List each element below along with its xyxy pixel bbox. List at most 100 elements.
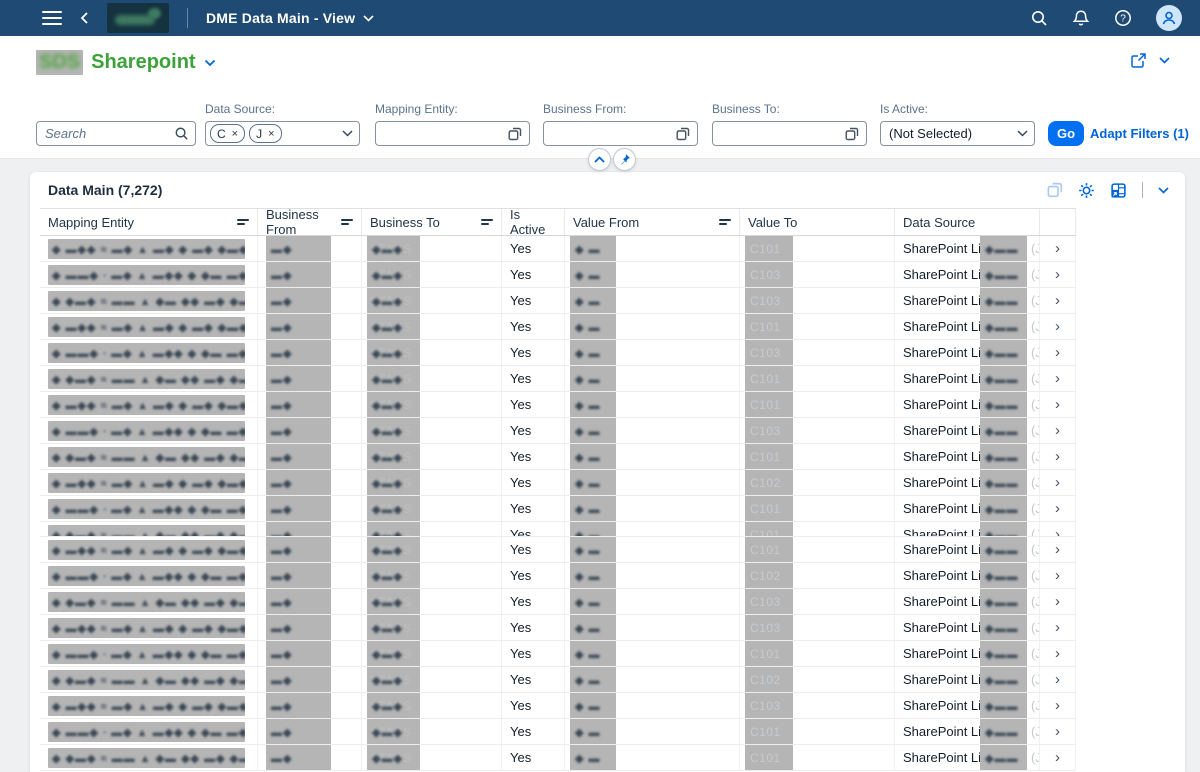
table-row[interactable]: ◆ ▬◆◆ ≈ ▬◆ ▲ ▬◆ ◆ ▬◆ ◆▬◆ ▬◆▬ ▬◆ STARS◆▬◆… xyxy=(40,236,1076,262)
row-navigation-chevron-icon[interactable]: › xyxy=(1055,749,1060,766)
mapping-entity-filter[interactable] xyxy=(375,121,530,146)
row-navigation-chevron-icon[interactable]: › xyxy=(1055,422,1060,439)
pin-filter-bar-button[interactable] xyxy=(613,148,636,171)
copy-icon[interactable] xyxy=(1047,182,1063,198)
row-navigation-chevron-icon[interactable]: › xyxy=(1055,567,1060,584)
token-remove-icon[interactable]: × xyxy=(232,128,238,140)
table-row[interactable]: ◆ ▬▬◆ ∙ ▬◆ ▲ ▬◆◆ ◆ ◆▬ ▬◆◆ ▬▬ ▬◆ STARS◆▬◆… xyxy=(40,719,1076,745)
table-row[interactable]: ◆ ▬▬◆ ∙ ▬◆ ▲ ▬◆◆ ◆ ◆▬ ▬◆◆ ▬▬ ▬◆ STARS◆▬◆… xyxy=(40,262,1076,288)
table-row[interactable]: ◆ ▬▬◆ ∙ ▬◆ ▲ ▬◆◆ ◆ ◆▬ ▬◆◆ ▬▬ ▬◆ STARS◆▬◆… xyxy=(40,340,1076,366)
cell-is-active: Yes xyxy=(502,496,565,521)
adapt-filters-link[interactable]: Adapt Filters (1) xyxy=(1090,126,1189,141)
token-remove-icon[interactable]: × xyxy=(268,128,274,140)
business-from-filter[interactable] xyxy=(543,121,698,146)
app-title-menu[interactable]: DME Data Main - View xyxy=(206,10,374,26)
redacted-value-from: ◆ ▬ xyxy=(570,615,616,640)
row-navigation-chevron-icon[interactable]: › xyxy=(1055,266,1060,283)
row-navigation-chevron-icon[interactable]: › xyxy=(1055,370,1060,387)
cell-business-to: STARS◆▬◆ xyxy=(362,522,502,536)
table-row[interactable]: ◆ ◆▬◆ ≈ ▬▬ ▲ ◆▬ ◆◆ ▬◆ ◆▬ ▬◆◆ ▬◆ STARS◆▬◆… xyxy=(40,444,1076,470)
row-navigation-chevron-icon[interactable]: › xyxy=(1055,619,1060,636)
row-navigation-chevron-icon[interactable]: › xyxy=(1055,240,1060,257)
business-to-filter[interactable] xyxy=(712,121,867,146)
table-row[interactable]: ◆ ◆▬◆ ≈ ▬▬ ▲ ◆▬ ◆◆ ▬◆ ◆▬ ▬◆◆ ▬◆ STARS◆▬◆… xyxy=(40,745,1076,771)
cell-value-to: C102 xyxy=(740,563,895,588)
row-navigation-chevron-icon[interactable]: › xyxy=(1055,396,1060,413)
chevron-down-icon[interactable] xyxy=(342,130,353,137)
cell-value-to: C102 xyxy=(740,470,895,495)
table-row[interactable]: ◆ ◆▬◆ ≈ ▬▬ ▲ ◆▬ ◆◆ ▬◆ ◆▬ ▬◆◆ ▬◆ STARS◆▬◆… xyxy=(40,589,1076,615)
row-navigation-chevron-icon[interactable]: › xyxy=(1055,541,1060,558)
share-icon[interactable] xyxy=(1130,52,1147,69)
search-input[interactable]: Search xyxy=(36,121,196,146)
settings-gear-icon[interactable] xyxy=(1078,182,1095,199)
data-source-text: SharePoint List xyxy=(903,620,991,635)
row-navigation-chevron-icon[interactable]: › xyxy=(1055,474,1060,491)
cell-business-from: ▬◆ xyxy=(258,719,362,744)
go-button[interactable]: Go xyxy=(1048,121,1084,146)
data-source-token[interactable]: J× xyxy=(249,124,281,143)
table-row[interactable]: ◆ ▬◆◆ ≈ ▬◆ ▲ ▬◆ ◆ ▬◆ ◆▬◆ ▬◆▬ ▬◆ STARS◆▬◆… xyxy=(40,392,1076,418)
row-navigation-chevron-icon[interactable]: › xyxy=(1055,448,1060,465)
search-icon[interactable] xyxy=(1030,9,1048,27)
table-row[interactable]: ◆ ▬▬◆ ∙ ▬◆ ▲ ▬◆◆ ◆ ◆▬ ▬◆◆ ▬▬ ▬◆ STARS◆▬◆… xyxy=(40,496,1076,522)
column-header-is-active[interactable]: Is Active xyxy=(502,209,565,235)
table-row[interactable]: ◆ ▬▬◆ ∙ ▬◆ ▲ ▬◆◆ ◆ ◆▬ ▬◆◆ ▬▬ ▬◆ STARS◆▬◆… xyxy=(40,641,1076,667)
value-help-icon[interactable] xyxy=(845,127,859,141)
value-help-icon[interactable] xyxy=(508,127,522,141)
cell-data-source: SharePoint List ◆▬▬ (J) xyxy=(895,470,1040,495)
user-avatar[interactable] xyxy=(1156,5,1182,31)
chevron-down-icon[interactable] xyxy=(1158,187,1169,194)
column-header-mapping-entity[interactable]: Mapping Entity xyxy=(40,209,258,235)
cell-is-active: Yes xyxy=(502,537,565,562)
data-source-filter[interactable]: C× J× xyxy=(205,121,360,146)
redacted-value-to: C101 xyxy=(745,745,793,770)
table-row[interactable]: ◆ ▬▬◆ ∙ ▬◆ ▲ ▬◆◆ ◆ ◆▬ ▬◆◆ ▬▬ ▬◆ STARS◆▬◆… xyxy=(40,563,1076,589)
table-row[interactable]: ◆ ▬◆◆ ≈ ▬◆ ▲ ▬◆ ◆ ▬◆ ◆▬◆ ▬◆▬ ▬◆ STARS◆▬◆… xyxy=(40,693,1076,719)
redacted-data-source: ◆▬▬ xyxy=(980,366,1027,391)
column-header-business-from[interactable]: Business From xyxy=(258,209,362,235)
column-header-data-source[interactable]: Data Source xyxy=(895,209,1040,235)
table-row[interactable]: ◆ ◆▬◆ ≈ ▬▬ ▲ ◆▬ ◆◆ ▬◆ ◆▬ ▬◆◆ ▬◆ STARS◆▬◆… xyxy=(40,366,1076,392)
table-row[interactable]: ◆ ◆▬◆ ≈ ▬▬ ▲ ◆▬ ◆◆ ▬◆ ◆▬ ▬◆◆ ▬◆ STARS◆▬◆… xyxy=(40,522,1076,537)
row-navigation-chevron-icon[interactable]: › xyxy=(1055,723,1060,740)
cell-navigation: › xyxy=(1040,589,1076,614)
table-row[interactable]: ◆ ▬▬◆ ∙ ▬◆ ▲ ▬◆◆ ◆ ◆▬ ▬◆◆ ▬▬ ▬◆ STARS◆▬◆… xyxy=(40,418,1076,444)
column-header-value-from[interactable]: Value From xyxy=(565,209,740,235)
data-source-token[interactable]: C× xyxy=(210,124,245,143)
chevron-down-icon[interactable] xyxy=(1017,130,1028,137)
row-navigation-chevron-icon[interactable]: › xyxy=(1055,671,1060,688)
cell-value-from: ◆ ▬ xyxy=(565,340,740,365)
row-navigation-chevron-icon[interactable]: › xyxy=(1055,292,1060,309)
collapse-filter-bar-button[interactable] xyxy=(588,148,611,171)
row-navigation-chevron-icon[interactable]: › xyxy=(1055,645,1060,662)
row-navigation-chevron-icon[interactable]: › xyxy=(1055,697,1060,714)
column-header-business-to[interactable]: Business To xyxy=(362,209,502,235)
cell-mapping-entity: ◆ ◆▬◆ ≈ ▬▬ ▲ ◆▬ ◆◆ ▬◆ ◆▬ ▬◆◆ xyxy=(40,522,258,536)
back-icon[interactable] xyxy=(80,11,89,25)
header-chevron-down-icon[interactable] xyxy=(1159,57,1170,64)
sort-icon xyxy=(719,219,731,225)
menu-icon[interactable] xyxy=(42,11,62,25)
table-row[interactable]: ◆ ▬◆◆ ≈ ▬◆ ▲ ▬◆ ◆ ▬◆ ◆▬◆ ▬◆▬ ▬◆ STARS◆▬◆… xyxy=(40,615,1076,641)
row-navigation-chevron-icon[interactable]: › xyxy=(1055,593,1060,610)
row-navigation-chevron-icon[interactable]: › xyxy=(1055,318,1060,335)
column-header-value-to[interactable]: Value To xyxy=(740,209,895,235)
row-navigation-chevron-icon[interactable]: › xyxy=(1055,526,1060,536)
table-row[interactable]: ◆ ◆▬◆ ≈ ▬▬ ▲ ◆▬ ◆◆ ▬◆ ◆▬ ▬◆◆ ▬◆ STARS◆▬◆… xyxy=(40,667,1076,693)
row-navigation-chevron-icon[interactable]: › xyxy=(1055,500,1060,517)
help-icon[interactable]: ? xyxy=(1114,9,1132,27)
variant-chevron-down-icon[interactable] xyxy=(204,59,216,67)
search-field-icon[interactable] xyxy=(174,126,189,141)
value-help-icon[interactable] xyxy=(676,127,690,141)
table-row[interactable]: ◆ ▬◆◆ ≈ ▬◆ ▲ ▬◆ ◆ ▬◆ ◆▬◆ ▬◆▬ ▬◆ STARS◆▬◆… xyxy=(40,470,1076,496)
table-row[interactable]: ◆ ▬◆◆ ≈ ▬◆ ▲ ▬◆ ◆ ▬◆ ◆▬◆ ▬◆▬ ▬◆ STARS◆▬◆… xyxy=(40,537,1076,563)
is-active-filter[interactable]: (Not Selected) xyxy=(880,121,1035,146)
bell-icon[interactable] xyxy=(1072,9,1090,27)
table-row[interactable]: ◆ ◆▬◆ ≈ ▬▬ ▲ ◆▬ ◆◆ ▬◆ ◆▬ ▬◆◆ ▬◆ STARS◆▬◆… xyxy=(40,288,1076,314)
cell-value-to: C103 xyxy=(740,589,895,614)
export-spreadsheet-icon[interactable] xyxy=(1110,182,1127,199)
table-row[interactable]: ◆ ▬◆◆ ≈ ▬◆ ▲ ▬◆ ◆ ▬◆ ◆▬◆ ▬◆▬ ▬◆ STARS◆▬◆… xyxy=(40,314,1076,340)
row-navigation-chevron-icon[interactable]: › xyxy=(1055,344,1060,361)
cell-value-to: C101 xyxy=(740,641,895,666)
